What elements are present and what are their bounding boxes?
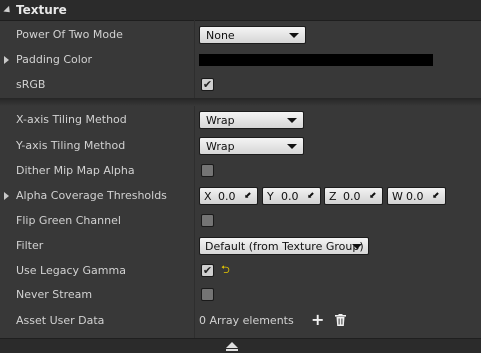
y-axis-label: Y xyxy=(267,189,274,203)
row-filter: Filter Default (from Texture Group) xyxy=(0,234,481,258)
drag-handle-icon[interactable]: ⬋ xyxy=(369,192,378,201)
w-value: 0.0 xyxy=(406,189,424,203)
row-flip-green: Flip Green Channel xyxy=(0,209,481,233)
check-icon: ✔ xyxy=(202,78,213,91)
x-tiling-dropdown[interactable]: Wrap xyxy=(199,111,304,129)
details-panel: Texture Power Of Two Mode None Padding C… xyxy=(0,0,481,353)
row-dither-mip: Dither Mip Map Alpha xyxy=(0,159,481,183)
row-legacy-gamma: Use Legacy Gamma ✔ ⮌ xyxy=(0,259,481,283)
chevron-down-icon xyxy=(352,244,362,249)
legacy-gamma-checkbox[interactable]: ✔ xyxy=(201,264,214,277)
trash-icon[interactable] xyxy=(335,314,346,326)
drag-handle-icon[interactable]: ⬋ xyxy=(244,192,253,201)
row-asset-user-data: Asset User Data 0 Array elements + xyxy=(0,309,481,333)
section-title: Texture xyxy=(16,3,67,17)
srgb-checkbox[interactable]: ✔ xyxy=(201,78,214,91)
row-alpha-coverage: Alpha Coverage Thresholds X 0.0 ⬋ Y 0.0 … xyxy=(0,184,481,208)
reset-to-default-icon[interactable]: ⮌ xyxy=(221,264,231,275)
asset-user-data-value: 0 Array elements xyxy=(199,314,294,327)
z-value: 0.0 xyxy=(343,189,361,203)
drag-handle-icon[interactable]: ⬋ xyxy=(432,192,441,201)
chevron-down-icon xyxy=(287,118,297,123)
dither-mip-checkbox[interactable] xyxy=(201,164,214,177)
expand-up-icon xyxy=(226,342,238,348)
padding-color-swatch[interactable] xyxy=(199,54,433,66)
alpha-coverage-label: Alpha Coverage Thresholds xyxy=(16,189,167,202)
x-tiling-value: Wrap xyxy=(206,113,235,127)
row-x-tiling: X-axis Tiling Method Wrap xyxy=(0,108,481,132)
power-of-two-mode-dropdown[interactable]: None xyxy=(199,26,306,44)
power-of-two-mode-label: Power Of Two Mode xyxy=(16,28,123,41)
y-value: 0.0 xyxy=(281,189,299,203)
z-axis-label: Z xyxy=(329,189,337,203)
drag-handle-icon[interactable]: ⬋ xyxy=(307,192,316,201)
row-never-stream: Never Stream xyxy=(0,283,481,307)
category-separator xyxy=(0,98,481,106)
alpha-coverage-y-field[interactable]: Y 0.0 ⬋ xyxy=(262,187,321,205)
filter-value: Default (from Texture Group) xyxy=(205,239,364,253)
srgb-label: sRGB xyxy=(16,78,46,91)
row-power-of-two-mode: Power Of Two Mode None xyxy=(0,23,481,47)
row-padding-color: Padding Color xyxy=(0,48,481,72)
asset-user-data-label: Asset User Data xyxy=(16,314,105,327)
y-tiling-dropdown[interactable]: Wrap xyxy=(199,137,304,155)
y-tiling-label: Y-axis Tiling Method xyxy=(16,139,126,152)
w-axis-label: W xyxy=(392,189,403,203)
expand-arrow-icon[interactable] xyxy=(4,56,9,64)
power-of-two-mode-value: None xyxy=(206,28,235,42)
chevron-down-icon xyxy=(287,144,297,149)
never-stream-label: Never Stream xyxy=(16,288,93,301)
row-srgb: sRGB ✔ xyxy=(0,73,481,97)
never-stream-checkbox[interactable] xyxy=(201,288,214,301)
add-element-icon[interactable]: + xyxy=(311,312,324,328)
chevron-down-icon xyxy=(289,33,299,38)
expand-arrow-icon[interactable] xyxy=(4,192,9,200)
filter-label: Filter xyxy=(16,239,44,252)
dither-mip-label: Dither Mip Map Alpha xyxy=(16,164,135,177)
flip-green-label: Flip Green Channel xyxy=(16,214,121,227)
alpha-coverage-w-field[interactable]: W 0.0 ⬋ xyxy=(387,187,446,205)
x-value: 0.0 xyxy=(218,189,236,203)
x-tiling-label: X-axis Tiling Method xyxy=(16,113,127,126)
flip-green-checkbox[interactable] xyxy=(201,214,214,227)
alpha-coverage-x-field[interactable]: X 0.0 ⬋ xyxy=(199,187,258,205)
check-icon: ✔ xyxy=(202,264,213,277)
padding-color-label: Padding Color xyxy=(16,53,93,66)
row-y-tiling: Y-axis Tiling Method Wrap xyxy=(0,134,481,158)
texture-section-header[interactable]: Texture xyxy=(0,0,481,21)
expand-up-icon-base xyxy=(226,349,238,351)
alpha-coverage-z-field[interactable]: Z 0.0 ⬋ xyxy=(324,187,383,205)
advanced-toggle-bar[interactable] xyxy=(0,338,481,353)
x-axis-label: X xyxy=(204,189,212,203)
filter-dropdown[interactable]: Default (from Texture Group) xyxy=(199,237,369,255)
collapse-arrow-icon[interactable] xyxy=(3,5,13,15)
y-tiling-value: Wrap xyxy=(206,139,235,153)
legacy-gamma-label: Use Legacy Gamma xyxy=(16,264,126,277)
